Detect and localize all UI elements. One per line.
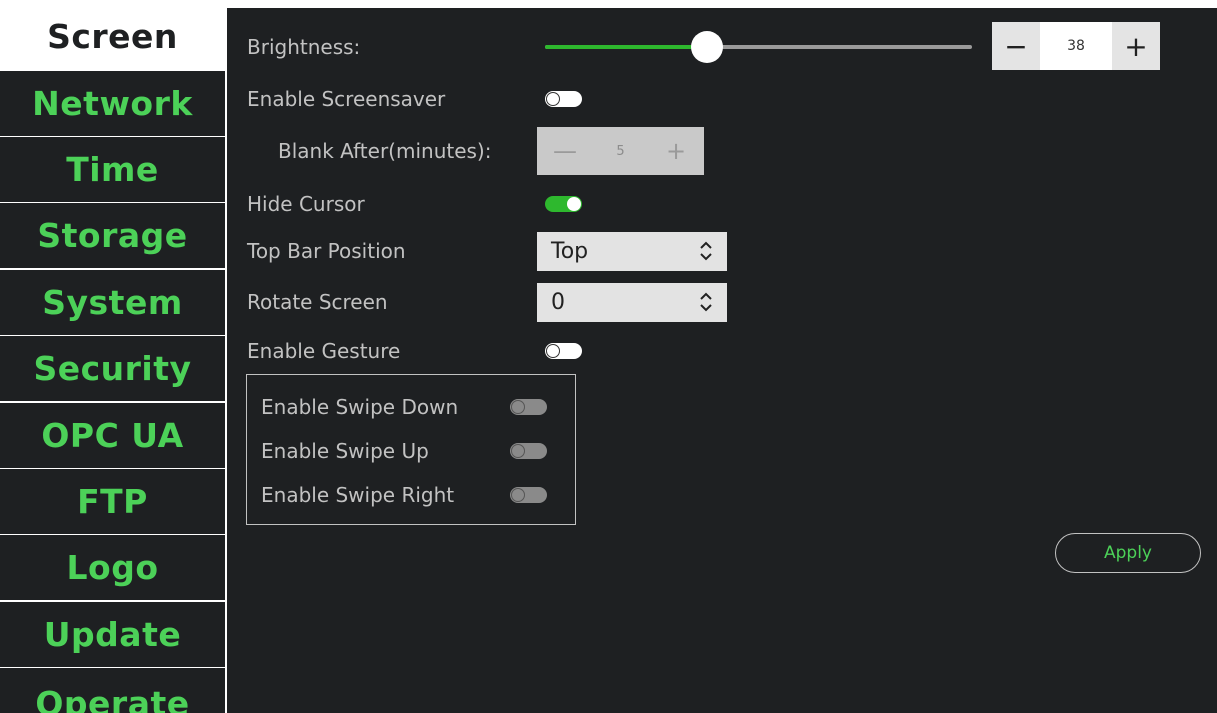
- rotate-screen-value: 0: [551, 290, 565, 315]
- sidebar-item-time[interactable]: Time: [0, 137, 225, 202]
- brightness-label: Brightness:: [247, 35, 361, 59]
- brightness-value[interactable]: 38: [1040, 22, 1112, 70]
- swipe-right-label: Enable Swipe Right: [261, 483, 455, 507]
- toggle-knob: [511, 488, 525, 502]
- sidebar-item-storage[interactable]: Storage: [0, 203, 225, 268]
- swipe-down-toggle[interactable]: [510, 399, 547, 415]
- blank-after-increment-button[interactable]: +: [648, 127, 704, 175]
- sidebar-item-logo[interactable]: Logo: [0, 535, 225, 600]
- hide-cursor-label: Hide Cursor: [247, 192, 365, 216]
- sidebar-item-ftp[interactable]: FTP: [0, 469, 225, 534]
- gesture-toggle[interactable]: [545, 343, 582, 359]
- swipe-up-label: Enable Swipe Up: [261, 439, 429, 463]
- blank-after-stepper[interactable]: — 5 +: [537, 127, 704, 175]
- screensaver-toggle[interactable]: [545, 91, 582, 107]
- up-down-chevron-icon: [700, 241, 712, 261]
- screensaver-label: Enable Screensaver: [247, 87, 446, 111]
- brightness-increment-button[interactable]: +: [1112, 22, 1160, 70]
- screen-settings-panel: Brightness: − 38 + Enable Screensaver Bl…: [227, 8, 1217, 713]
- brightness-slider-handle[interactable]: [691, 31, 724, 63]
- top-bar-position-label: Top Bar Position: [247, 239, 406, 263]
- blank-after-decrement-button[interactable]: —: [537, 127, 593, 175]
- toggle-knob: [546, 344, 560, 358]
- sidebar-item-system[interactable]: System: [0, 270, 225, 335]
- rotate-screen-label: Rotate Screen: [247, 290, 388, 314]
- gesture-label: Enable Gesture: [247, 339, 401, 363]
- toggle-knob: [567, 197, 581, 211]
- swipe-up-toggle[interactable]: [510, 443, 547, 459]
- sidebar-item-update[interactable]: Update: [0, 602, 225, 667]
- sidebar-item-security[interactable]: Security: [0, 336, 225, 401]
- sidebar-item-operate-label: Operate: [35, 684, 190, 713]
- settings-sidebar: Screen Network Time Storage System Secur…: [0, 0, 225, 713]
- blank-after-label: Blank After(minutes):: [278, 139, 492, 163]
- rotate-screen-select[interactable]: 0: [537, 283, 727, 322]
- brightness-slider-fill: [545, 45, 708, 49]
- top-bar-position-value: Top: [551, 239, 589, 264]
- apply-button[interactable]: Apply: [1055, 533, 1201, 573]
- toggle-knob: [511, 444, 525, 458]
- sidebar-item-network[interactable]: Network: [0, 71, 225, 136]
- blank-after-value[interactable]: 5: [593, 127, 648, 175]
- swipe-right-toggle[interactable]: [510, 487, 547, 503]
- up-down-chevron-icon: [700, 292, 712, 312]
- brightness-slider[interactable]: [545, 31, 972, 63]
- toggle-knob: [511, 400, 525, 414]
- sidebar-item-opc-ua[interactable]: OPC UA: [0, 403, 225, 468]
- top-bar-position-select[interactable]: Top: [537, 232, 727, 271]
- brightness-stepper[interactable]: − 38 +: [992, 22, 1160, 70]
- gesture-options-group: Enable Swipe Down Enable Swipe Up Enable…: [246, 374, 576, 525]
- toggle-knob: [546, 92, 560, 106]
- sidebar-item-screen[interactable]: Screen: [0, 4, 225, 69]
- swipe-down-label: Enable Swipe Down: [261, 395, 459, 419]
- brightness-decrement-button[interactable]: −: [992, 22, 1040, 70]
- sidebar-item-operate[interactable]: Operate: [0, 668, 225, 713]
- hide-cursor-toggle[interactable]: [545, 196, 582, 212]
